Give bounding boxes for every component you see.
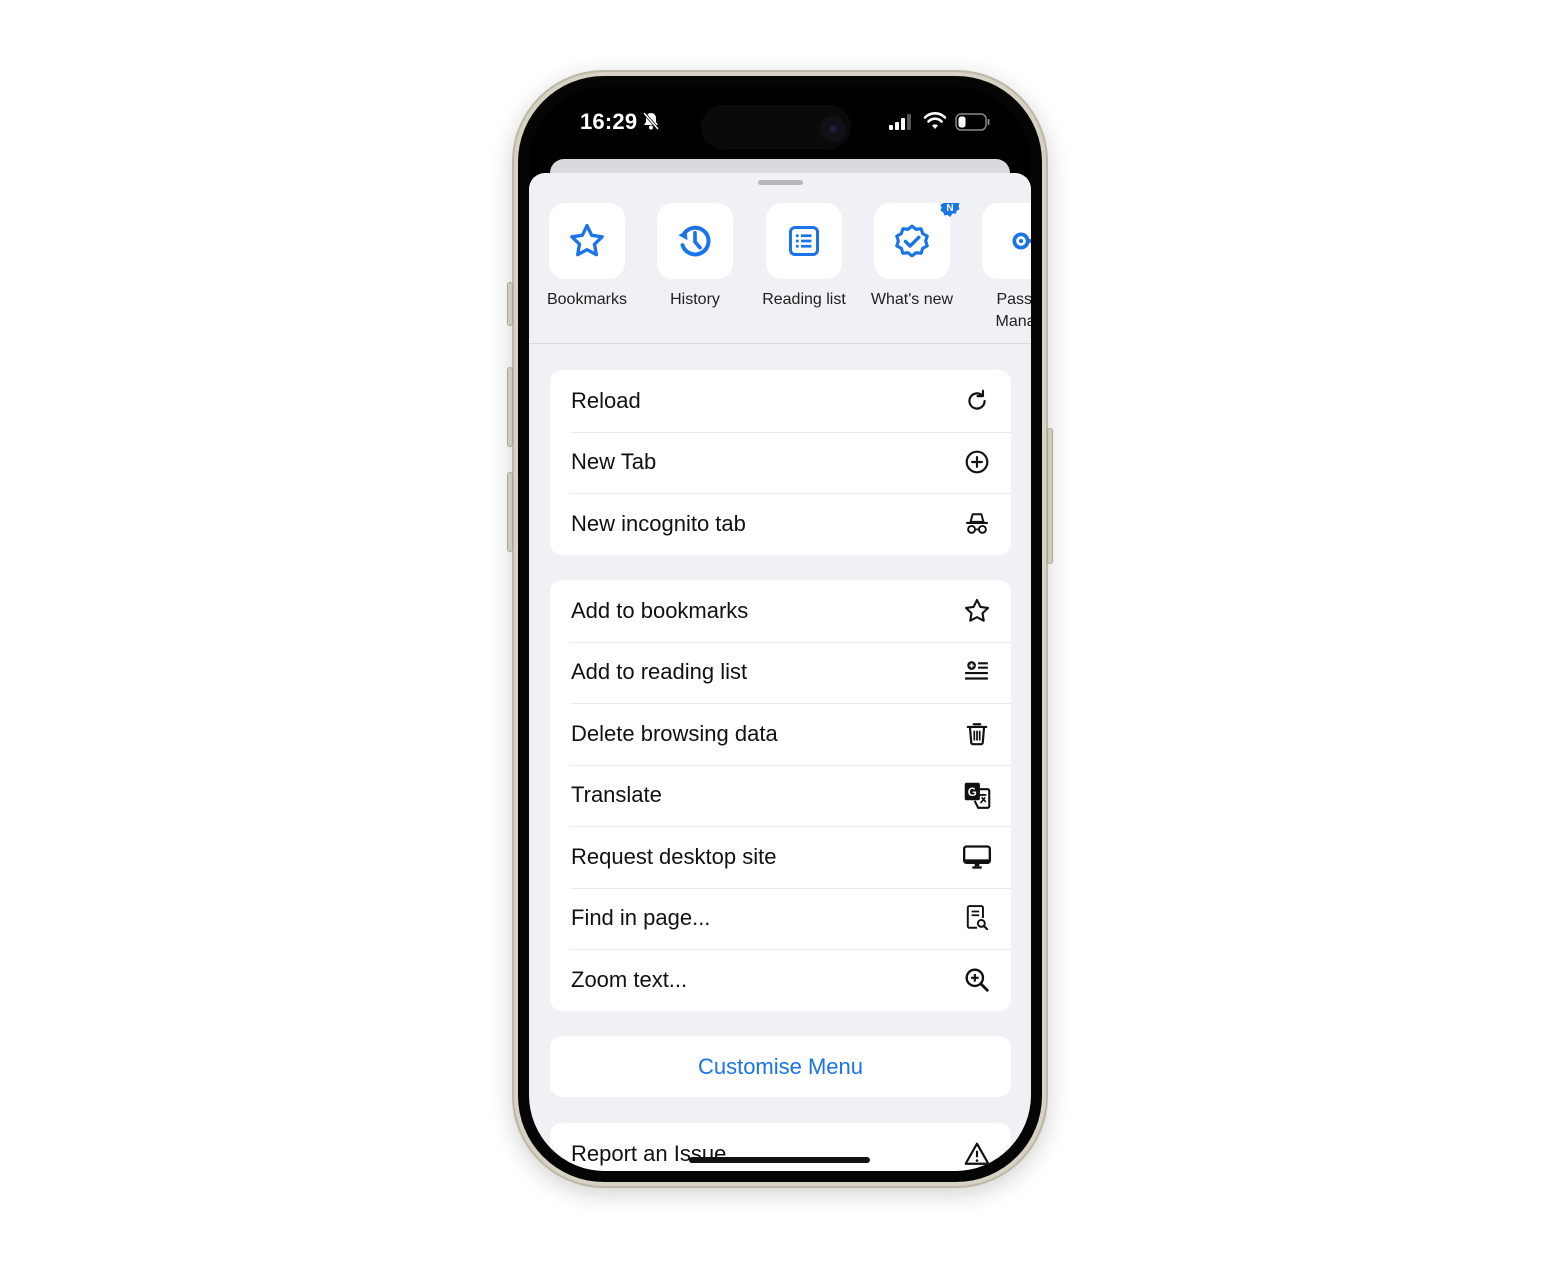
menu-item-label: Find in page...	[571, 905, 711, 931]
shortcut-label: Passw Manag	[995, 291, 1031, 330]
volume-up-button	[507, 367, 513, 447]
menu-item-label: New incognito tab	[571, 510, 746, 536]
menu-item-new-incognito-tab[interactable]: New incognito tab	[550, 493, 1011, 555]
action-button	[507, 282, 513, 326]
menu-group-tabs: Reload New Tab New incognito tab	[550, 370, 1011, 555]
menu-item-label: New Tab	[571, 449, 657, 475]
verified-badge-icon	[895, 224, 929, 258]
shortcuts-row[interactable]: Bookmarks History Reading list N What's …	[529, 203, 1031, 343]
menu-item-translate[interactable]: Translate G	[550, 764, 1011, 827]
shortcut-label: What's new	[870, 291, 954, 308]
star-outline-icon	[964, 598, 990, 622]
customise-menu-button[interactable]: Customise Menu	[550, 1036, 1011, 1097]
trash-icon	[966, 722, 988, 746]
plus-circle-icon	[965, 450, 989, 474]
menu-group-page-actions: Add to bookmarks Add to reading list Del…	[550, 580, 1011, 1011]
menu-item-label: Reload	[571, 387, 641, 413]
warning-icon	[964, 1142, 990, 1165]
key-icon	[1012, 232, 1031, 250]
sheet-grabber[interactable]	[758, 180, 803, 185]
menu-item-add-to-bookmarks[interactable]: Add to bookmarks	[550, 580, 1011, 642]
shortcut-history[interactable]: History	[641, 203, 749, 311]
shortcut-tile[interactable]	[982, 203, 1031, 279]
home-indicator[interactable]	[689, 1157, 870, 1163]
shortcut-password-manager[interactable]: Passw Manag	[966, 203, 1031, 333]
shortcut-tile[interactable]	[549, 203, 625, 279]
menu-item-label: Add to bookmarks	[571, 597, 749, 623]
add-to-list-icon	[965, 661, 988, 680]
menu-item-reload[interactable]: Reload	[550, 370, 1011, 432]
menu-item-label: Request desktop site	[571, 843, 777, 869]
section-divider	[529, 343, 1031, 344]
find-in-page-icon	[966, 905, 989, 931]
phone-screen: 16:29 Bookmarks History Reading list N W…	[529, 87, 1031, 1171]
incognito-icon	[966, 513, 988, 534]
shortcut-tile[interactable]: N	[874, 203, 960, 279]
menu-item-label: Translate	[571, 782, 662, 808]
volume-down-button	[507, 472, 513, 552]
menu-group-support: Report an Issue	[550, 1123, 1011, 1171]
translate-icon: G	[964, 783, 991, 810]
history-icon	[678, 225, 711, 257]
shortcut-whats-new[interactable]: N What's new	[858, 203, 966, 311]
wifi-icon	[923, 112, 947, 129]
shortcut-tile[interactable]	[766, 203, 842, 279]
menu-item-zoom-text[interactable]: Zoom text...	[550, 949, 1011, 1011]
menu-item-delete-browsing-data[interactable]: Delete browsing data	[550, 703, 1011, 765]
badge-text: N	[946, 203, 953, 214]
side-button	[1047, 428, 1053, 564]
shortcut-tile[interactable]	[657, 203, 733, 279]
shortcut-label: Reading list	[762, 291, 846, 308]
menu-item-new-tab[interactable]: New Tab	[550, 431, 1011, 494]
menu-item-report-an-issue[interactable]: Report an Issue	[550, 1123, 1011, 1171]
menu-item-label: Delete browsing data	[571, 720, 778, 746]
menu-item-label: Add to reading list	[571, 659, 748, 685]
new-badge: N	[940, 203, 960, 217]
reading-list-icon	[789, 226, 819, 256]
reload-icon	[968, 389, 986, 410]
status-time: 16:29	[580, 109, 638, 134]
status-bar: 16:29	[529, 87, 1031, 157]
zoom-in-icon	[965, 968, 989, 992]
menu-item-add-to-reading-list[interactable]: Add to reading list	[550, 641, 1011, 704]
menu-item-label: Zoom text...	[571, 966, 688, 992]
bell-slash-icon	[642, 112, 660, 130]
battery-icon	[955, 113, 990, 131]
star-icon	[570, 224, 604, 257]
menu-item-find-in-page[interactable]: Find in page...	[550, 887, 1011, 950]
cellular-signal-icon	[889, 114, 911, 130]
overflow-menu-sheet: Bookmarks History Reading list N What's …	[529, 173, 1031, 1171]
menu-item-request-desktop-site[interactable]: Request desktop site	[550, 826, 1011, 888]
shortcut-reading-list[interactable]: Reading list	[750, 203, 858, 311]
shortcut-label: History	[670, 291, 720, 308]
front-camera	[820, 116, 846, 142]
shortcut-bookmarks[interactable]: Bookmarks	[533, 203, 641, 311]
desktop-icon	[963, 845, 991, 869]
shortcut-label: Bookmarks	[546, 291, 628, 308]
